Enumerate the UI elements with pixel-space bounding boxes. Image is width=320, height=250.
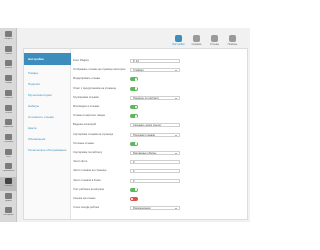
setting-label: Число отзывов на странице	[73, 169, 107, 173]
settings-menu-item-4[interactable]: Наборы	[24, 101, 71, 111]
nav-item-0[interactable]: Витрина	[0, 30, 17, 44]
blog-icon	[5, 148, 12, 155]
nav-item-3[interactable]: Товары	[0, 74, 17, 88]
nav-item-9[interactable]: Приложения	[0, 162, 17, 176]
nav-item-6[interactable]: Маркетинг	[0, 118, 17, 132]
box-icon	[5, 75, 12, 82]
setting-toggle[interactable]	[130, 197, 138, 201]
nav-item-7[interactable]: Страницы	[0, 133, 17, 147]
nav-item-label: Настройки	[3, 214, 14, 217]
setting-label: Число отзывов в блоке	[73, 178, 101, 182]
nav-item-label: Дизайн	[5, 199, 12, 202]
nav-item-12[interactable]: Настройки	[0, 206, 17, 220]
nav-item-2[interactable]: Каталог	[0, 59, 17, 73]
settings-menu-item-7[interactable]: Обновления	[24, 134, 71, 144]
nav-item-label: Страницы	[3, 140, 14, 143]
settings-menu-item-5[interactable]: Стоимость отзыва	[24, 112, 71, 122]
setting-label: Модерировать отзывы	[73, 77, 101, 81]
nav-item-5[interactable]: Отчёты	[0, 104, 17, 118]
storefront-icon	[5, 31, 12, 37]
setting-label: Ссылка на отзывы	[73, 197, 96, 200]
megaphone-icon	[5, 119, 12, 126]
settings-menu-item-8[interactable]: Техническое обслуживание	[24, 145, 71, 155]
nav-item-label: Витрина	[4, 38, 13, 40]
setting-label: Фото/видео в отзывах	[73, 105, 100, 108]
setting-toggle[interactable]	[130, 77, 138, 82]
nav-item-label: Отчёты	[5, 111, 12, 114]
catalog-icon	[5, 60, 12, 67]
settings-form: Ключ Plagina 8, 24 Отображать отзывы на ст…	[71, 49, 247, 219]
nav-item-4[interactable]: Клиенты	[0, 89, 17, 103]
plugin-icon	[5, 178, 12, 184]
settings-menu-item-3[interactable]: Мультикатегории	[24, 90, 71, 100]
setting-label: Стиль Google рейтинг	[73, 206, 100, 210]
settings-menu-item-1[interactable]: Товары	[24, 68, 71, 78]
setting-label: Сортировка отзывов на странице	[73, 132, 114, 136]
cart-icon	[5, 45, 12, 52]
setting-input[interactable]: 0	[130, 160, 180, 165]
gear-icon	[5, 207, 12, 214]
toolbar-button-1[interactable]: Справка	[188, 35, 205, 49]
settings-menu: Настройки Товары Подписи Мультикатегории Наб…	[24, 49, 71, 219]
setting-select[interactable]: Признаки отзывов	[130, 132, 180, 137]
setting-select[interactable]: Скрывать через ссылку	[130, 123, 180, 128]
nav-item-label: Маркетинг	[3, 126, 14, 129]
setting-label: Число фото	[73, 160, 88, 164]
setting-select[interactable]: Показать по рейтингу	[130, 95, 180, 100]
setting-toggle[interactable]	[130, 105, 138, 109]
nav-item-label: Каталог	[4, 67, 13, 70]
setting-select[interactable]: Рекомендации	[130, 206, 180, 211]
nav-item-label: Приложения	[2, 170, 15, 173]
users-icon	[5, 89, 12, 96]
nav-item-10[interactable]: Плагины	[0, 177, 17, 191]
nav-item-label: Блог	[6, 155, 11, 158]
setting-input[interactable]: 4	[130, 169, 180, 174]
setting-toggle[interactable]	[130, 141, 138, 146]
setting-select[interactable]: Рекламные обзоры	[130, 151, 180, 155]
setting-toggle[interactable]	[130, 86, 138, 91]
admin-screen: Витрина Заказы Каталог Товары Клиенты Отчёты М…	[0, 28, 250, 222]
toolbar-button-3[interactable]: Помощь	[224, 35, 241, 49]
help-icon	[193, 35, 200, 42]
pages-icon	[5, 133, 12, 140]
setting-input[interactable]: 8, 24	[130, 59, 180, 63]
toolbar-button-label: Помощь	[227, 43, 238, 46]
setting-toggle[interactable]	[130, 114, 138, 119]
lifebuoy-icon	[229, 35, 236, 42]
nav-item-1[interactable]: Заказы	[0, 45, 17, 59]
setting-label: Ответ с предустановок на странице	[73, 86, 117, 90]
setting-label: Сортировка по рейтингу	[73, 151, 103, 154]
setting-toggle[interactable]	[130, 187, 138, 192]
nav-item-11[interactable]: Дизайн	[0, 192, 17, 206]
setting-input[interactable]: 0	[130, 178, 180, 183]
apps-icon	[5, 163, 12, 170]
review-icon	[211, 35, 218, 42]
nav-item-label: Плагины	[4, 185, 13, 187]
toolbar-button-0[interactable]: Настройки	[170, 35, 187, 49]
setting-label: Отображать отзывы на странице категории	[73, 68, 126, 72]
nav-item-label: Заказы	[5, 52, 12, 55]
setting-label: Ведение категорий	[73, 123, 96, 127]
settings-icon	[175, 35, 182, 42]
setting-label: Гостевые отзывы	[73, 141, 94, 145]
main-nav-rail: Витрина Заказы Каталог Товары Клиенты Отчёты М…	[0, 28, 17, 222]
setting-label: Ключ Plagina	[73, 59, 89, 62]
setting-label: Отзывы в карточке товара	[73, 114, 105, 118]
top-toolbar: Настройки Справка Отзывы Помощь	[170, 35, 250, 49]
nav-item-8[interactable]: Блог	[0, 148, 17, 162]
settings-menu-item-2[interactable]: Подписи	[24, 79, 71, 89]
settings-panel: Настройки Товары Подписи Мультикатегории Наб…	[23, 48, 248, 220]
settings-menu-item-0[interactable]: Настройки	[24, 53, 71, 65]
chart-icon	[5, 104, 12, 111]
setting-label: Группировка отзывов	[73, 95, 99, 99]
setting-label: Учет рейтинга на витрине	[73, 187, 105, 191]
design-icon	[5, 192, 12, 199]
setting-select[interactable]: Слайдер	[130, 68, 180, 73]
nav-item-label: Клиенты	[4, 96, 13, 99]
nav-item-label: Товары	[5, 82, 12, 85]
toolbar-button-2[interactable]: Отзывы	[206, 35, 223, 49]
settings-menu-item-6[interactable]: Цвета	[24, 123, 71, 133]
